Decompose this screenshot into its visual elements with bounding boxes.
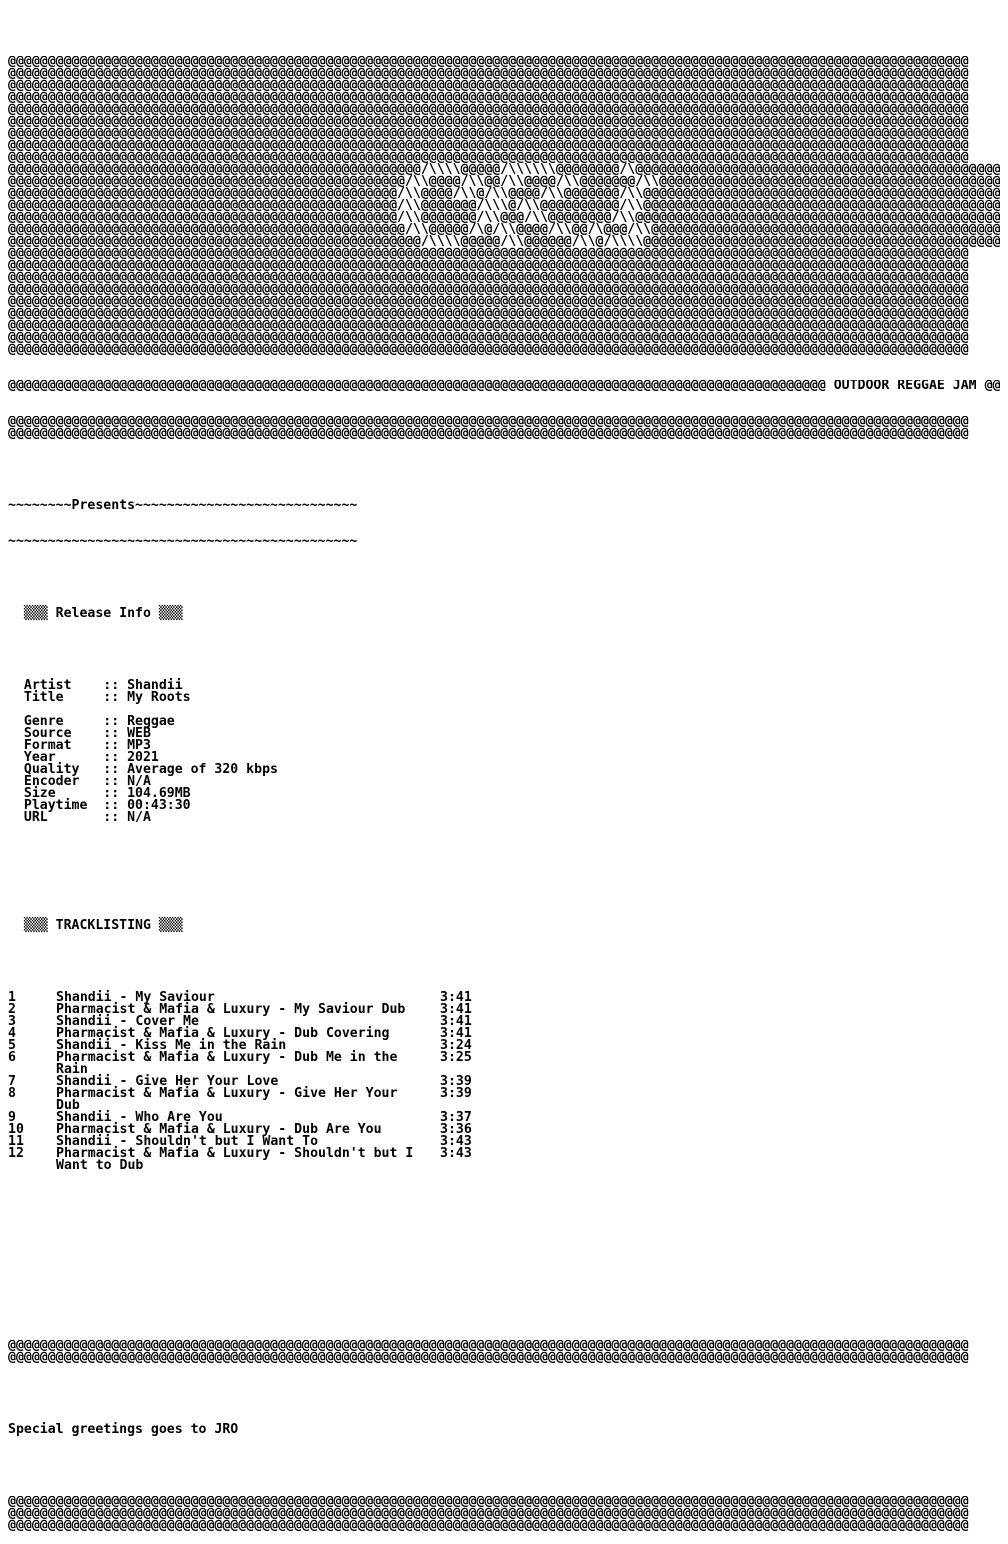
track-row: 6 Pharmacist & Mafia & Luxury - Dub Me in… xyxy=(8,1050,1000,1065)
track-title: Pharmacist & Mafia & Luxury - Dub Coveri… xyxy=(56,1026,390,1041)
tracklisting-heading: ▒▒▒ TRACKLISTING ▒▒▒ xyxy=(8,918,183,933)
banner-line: @@@@@@@@@@@@@@@@@@@@@@@@@@@@@@@@@@@@@@@@… xyxy=(8,426,969,440)
track-row: 11 Shandii - Shouldn't but I Want To 3:43 xyxy=(8,1134,1000,1149)
track-row: 9 Shandii - Who Are You 3:37 xyxy=(8,1110,1000,1125)
track-duration: 3:24 xyxy=(440,1038,472,1053)
track-title: Shandii - My Saviour xyxy=(56,990,215,1005)
track-number: 5 xyxy=(8,1038,16,1053)
field-playtime: Playtime :: 00:43:30 xyxy=(8,798,191,813)
track-duration: 3:25 xyxy=(440,1050,472,1065)
track-title: Pharmacist & Mafia & Luxury - My Saviour… xyxy=(56,1002,406,1017)
banner-brand-line: @@@@@@@@@@@@@@@@@@@@@@@@@@@@@@@@@@@@@@@@… xyxy=(8,380,1000,392)
field-url: URL :: N/A xyxy=(8,810,151,825)
field-source: Source :: WEB xyxy=(8,726,151,741)
track-number: 3 xyxy=(8,1014,16,1029)
track-title: Dub xyxy=(56,1098,80,1113)
footer-rule-bottom: @@@@@@@@@@@@@@@@@@@@@@@@@@@@@@@@@@@@@@@@… xyxy=(8,1496,1000,1532)
track-title: Want to Dub xyxy=(56,1158,144,1173)
banner-line: @@@@@@@@@@@@@@@@@@@@@@@@@@@@@@@@@@@@@@@@… xyxy=(8,342,969,356)
track-duration: 3:39 xyxy=(440,1086,472,1101)
track-row: 7 Shandii - Give Her Your Love 3:39 xyxy=(8,1074,1000,1089)
nfo-document: @@@@@@@@@@@@@@@@@@@@@@@@@@@@@@@@@@@@@@@@… xyxy=(8,32,1000,1544)
ascii-banner: @@@@@@@@@@@@@@@@@@@@@@@@@@@@@@@@@@@@@@@@… xyxy=(8,56,1000,356)
track-duration: 3:36 xyxy=(440,1122,472,1137)
track-row: 10 Pharmacist & Mafia & Luxury - Dub Are … xyxy=(8,1122,1000,1137)
track-duration: 3:41 xyxy=(440,1026,472,1041)
track-list: 1 Shandii - My Saviour 3:41 2 Pharmacist & M… xyxy=(8,990,1000,1173)
track-row: Dub xyxy=(8,1098,1000,1113)
track-number: 6 xyxy=(8,1050,16,1065)
rule-line: @@@@@@@@@@@@@@@@@@@@@@@@@@@@@@@@@@@@@@@@… xyxy=(8,1506,969,1521)
footer-rule-top: @@@@@@@@@@@@@@@@@@@@@@@@@@@@@@@@@@@@@@@@… xyxy=(8,1340,1000,1364)
track-duration: 3:37 xyxy=(440,1110,472,1125)
track-title: Pharmacist & Mafia & Luxury - Dub Me in … xyxy=(56,1050,398,1065)
track-number: 2 xyxy=(8,1002,16,1017)
track-duration: 3:41 xyxy=(440,1002,472,1017)
track-duration: 3:41 xyxy=(440,990,472,1005)
track-title: Shandii - Kiss Me in the Rain xyxy=(56,1038,287,1053)
release-info-heading: ▒▒▒ Release Info ▒▒▒ xyxy=(8,606,183,621)
presents-rule: ~~~~~~~~~~~~~~~~~~~~~~~~~~~~~~~~~~~~~~~~… xyxy=(8,534,358,549)
rule-line: @@@@@@@@@@@@@@@@@@@@@@@@@@@@@@@@@@@@@@@@… xyxy=(8,1496,969,1509)
track-title: Shandii - Shouldn't but I Want To xyxy=(56,1134,319,1149)
track-title: Pharmacist & Mafia & Luxury - Give Her Y… xyxy=(56,1086,398,1101)
track-title: Shandii - Cover Me xyxy=(56,1014,199,1029)
track-row: 4 Pharmacist & Mafia & Luxury - Dub Cover… xyxy=(8,1026,1000,1041)
track-duration: 3:41 xyxy=(440,1014,472,1029)
track-number: 4 xyxy=(8,1026,16,1041)
release-info-fields: Artist :: Shandii Title :: My Roots Genr… xyxy=(8,679,1000,825)
track-row: 1 Shandii - My Saviour 3:41 xyxy=(8,990,1000,1005)
rule-line: @@@@@@@@@@@@@@@@@@@@@@@@@@@@@@@@@@@@@@@@… xyxy=(8,1518,969,1532)
track-duration: 3:39 xyxy=(440,1074,472,1089)
track-row: Want to Dub xyxy=(8,1158,1000,1173)
track-title: Rain xyxy=(56,1062,88,1077)
ascii-banner-tail: @@@@@@@@@@@@@@@@@@@@@@@@@@@@@@@@@@@@@@@@… xyxy=(8,416,1000,440)
track-title: Shandii - Give Her Your Love xyxy=(56,1074,279,1089)
track-number: 12 xyxy=(8,1146,24,1161)
track-number: 9 xyxy=(8,1110,16,1125)
field-title: Title :: My Roots xyxy=(8,690,191,705)
track-number: 7 xyxy=(8,1074,16,1089)
track-number: 10 xyxy=(8,1122,24,1137)
track-row: 8 Pharmacist & Mafia & Luxury - Give Her … xyxy=(8,1086,1000,1101)
track-duration: 3:43 xyxy=(440,1146,472,1161)
track-number: 11 xyxy=(8,1134,24,1149)
track-title: Pharmacist & Mafia & Luxury - Dub Are Yo… xyxy=(56,1122,382,1137)
track-row: 3 Shandii - Cover Me 3:41 xyxy=(8,1014,1000,1029)
track-number: 1 xyxy=(8,990,16,1005)
track-row: 2 Pharmacist & Mafia & Luxury - My Saviou… xyxy=(8,1002,1000,1017)
rule-line: @@@@@@@@@@@@@@@@@@@@@@@@@@@@@@@@@@@@@@@@… xyxy=(8,1350,969,1364)
track-title: Pharmacist & Mafia & Luxury - Shouldn't … xyxy=(56,1146,414,1161)
track-row: 12 Pharmacist & Mafia & Luxury - Shouldn'… xyxy=(8,1146,1000,1161)
greeting-text: Special greetings goes to JRO xyxy=(8,1422,239,1437)
track-title: Shandii - Who Are You xyxy=(56,1110,223,1125)
presents-line: ~~~~~~~~Presents~~~~~~~~~~~~~~~~~~~~~~~~… xyxy=(8,498,358,513)
track-duration: 3:43 xyxy=(440,1134,472,1149)
field-genre: Genre :: Reggae xyxy=(8,714,175,729)
track-number: 8 xyxy=(8,1086,16,1101)
field-quality: Quality :: Average of 320 kbps xyxy=(8,762,278,777)
rule-line: @@@@@@@@@@@@@@@@@@@@@@@@@@@@@@@@@@@@@@@@… xyxy=(8,1340,969,1353)
track-row: Rain xyxy=(8,1062,1000,1077)
track-row: 5 Shandii - Kiss Me in the Rain 3:24 xyxy=(8,1038,1000,1053)
